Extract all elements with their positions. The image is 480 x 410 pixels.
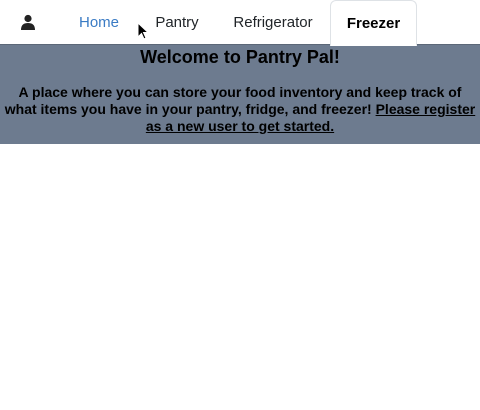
user-account-button[interactable] — [14, 7, 42, 37]
nav-home-link[interactable]: Home — [70, 0, 128, 45]
nav-freezer-tab[interactable]: Freezer — [330, 0, 417, 46]
nav-pantry-link[interactable]: Pantry — [148, 0, 206, 45]
welcome-description: A place where you can store your food in… — [0, 84, 480, 135]
user-icon — [21, 14, 35, 30]
top-navbar: Home Pantry Refrigerator Freezer — [0, 0, 480, 46]
nav-refrigerator-link[interactable]: Refrigerator — [226, 0, 320, 45]
welcome-banner: Welcome to Pantry Pal! A place where you… — [0, 44, 480, 144]
welcome-title: Welcome to Pantry Pal! — [140, 47, 340, 67]
mouse-cursor-icon — [137, 22, 149, 40]
page: Home Pantry Refrigerator Freezer Welcome… — [0, 0, 480, 410]
